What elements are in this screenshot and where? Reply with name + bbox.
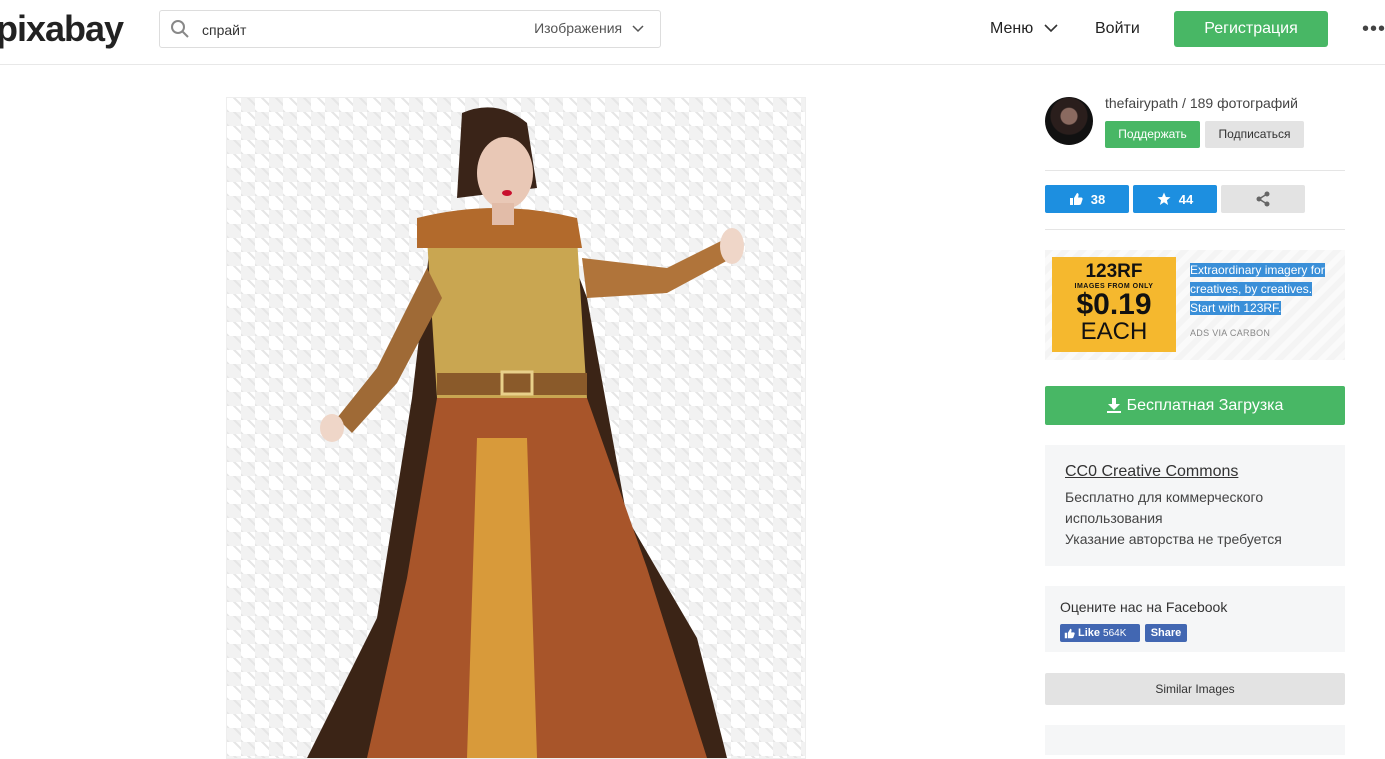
menu-label: Меню (990, 20, 1034, 37)
ad-each: EACH (1080, 318, 1148, 345)
next-section (1045, 725, 1345, 755)
pixabay-logo[interactable]: pixabay (0, 8, 124, 50)
ad-brand: 123RF (1085, 261, 1143, 282)
divider (1045, 229, 1345, 230)
divider (1045, 170, 1345, 171)
menu-button[interactable]: Меню (990, 20, 1058, 38)
facebook-box: Оцените нас на Facebook Like 564K Share (1045, 586, 1345, 652)
register-button[interactable]: Регистрация (1174, 11, 1328, 47)
license-commercial: Бесплатно для коммерческого использовани… (1065, 489, 1264, 526)
author-avatar[interactable] (1045, 97, 1093, 145)
ad-text[interactable]: Extraordinary imagery for creatives, by … (1190, 261, 1340, 318)
chevron-down-icon (632, 25, 644, 33)
facebook-like-button[interactable]: Like 564K (1060, 624, 1140, 642)
like-button[interactable]: 38 (1045, 185, 1129, 213)
share-button[interactable] (1221, 185, 1305, 213)
search-icon (171, 20, 189, 38)
search-type-label: Изображения (534, 20, 623, 36)
star-icon (1157, 192, 1171, 205)
support-button[interactable]: Поддержать (1105, 121, 1200, 148)
favorite-count: 44 (1178, 191, 1194, 207)
chevron-down-icon (1044, 24, 1058, 33)
thumbs-up-icon (1064, 628, 1075, 638)
thumbs-up-icon (1069, 193, 1083, 205)
similar-images-button[interactable]: Similar Images (1045, 673, 1345, 705)
main-image[interactable] (226, 97, 806, 759)
free-download-button[interactable]: Бесплатная Загрузка (1045, 386, 1345, 425)
top-header: pixabay Изображения Меню Войти Регистрац… (0, 0, 1385, 65)
facebook-share-button[interactable]: Share (1145, 624, 1187, 642)
ad-price: $0.19 (1076, 288, 1152, 321)
facebook-like-label: Like (1078, 627, 1101, 639)
facebook-like-count: 564K (1103, 627, 1127, 639)
login-link[interactable]: Войти (1095, 20, 1140, 38)
author-info[interactable]: thefairypath / 189 фотографий (1105, 95, 1298, 111)
facebook-rate-label: Оцените нас на Facebook (1060, 599, 1228, 615)
ad-text-content: Extraordinary imagery for creatives, by … (1190, 263, 1325, 315)
share-icon (1256, 191, 1270, 207)
fantasy-figure-illustration (307, 107, 744, 758)
license-link[interactable]: CC0 Creative Commons (1065, 463, 1238, 481)
favorite-button[interactable]: 44 (1133, 185, 1217, 213)
free-download-label: Бесплатная Загрузка (1126, 396, 1284, 414)
license-attribution: Указание авторства не требуется (1065, 531, 1282, 547)
search-type-dropdown[interactable]: Изображения (534, 20, 644, 36)
ad-image[interactable]: 123RF IMAGES FROM ONLY $0.19 EACH (1052, 257, 1176, 352)
like-count: 38 (1090, 191, 1106, 207)
download-icon (1106, 398, 1121, 413)
more-options-icon[interactable]: ••• (1362, 18, 1385, 41)
search-input[interactable] (200, 17, 504, 43)
license-box: CC0 Creative Commons Бесплатно для комме… (1045, 445, 1345, 566)
ad-via-carbon[interactable]: ADS VIA CARBON (1190, 328, 1270, 338)
subscribe-button[interactable]: Подписаться (1205, 121, 1304, 148)
search-bar[interactable]: Изображения (159, 10, 661, 48)
carbon-ad[interactable]: 123RF IMAGES FROM ONLY $0.19 EACH Extrao… (1045, 250, 1345, 360)
